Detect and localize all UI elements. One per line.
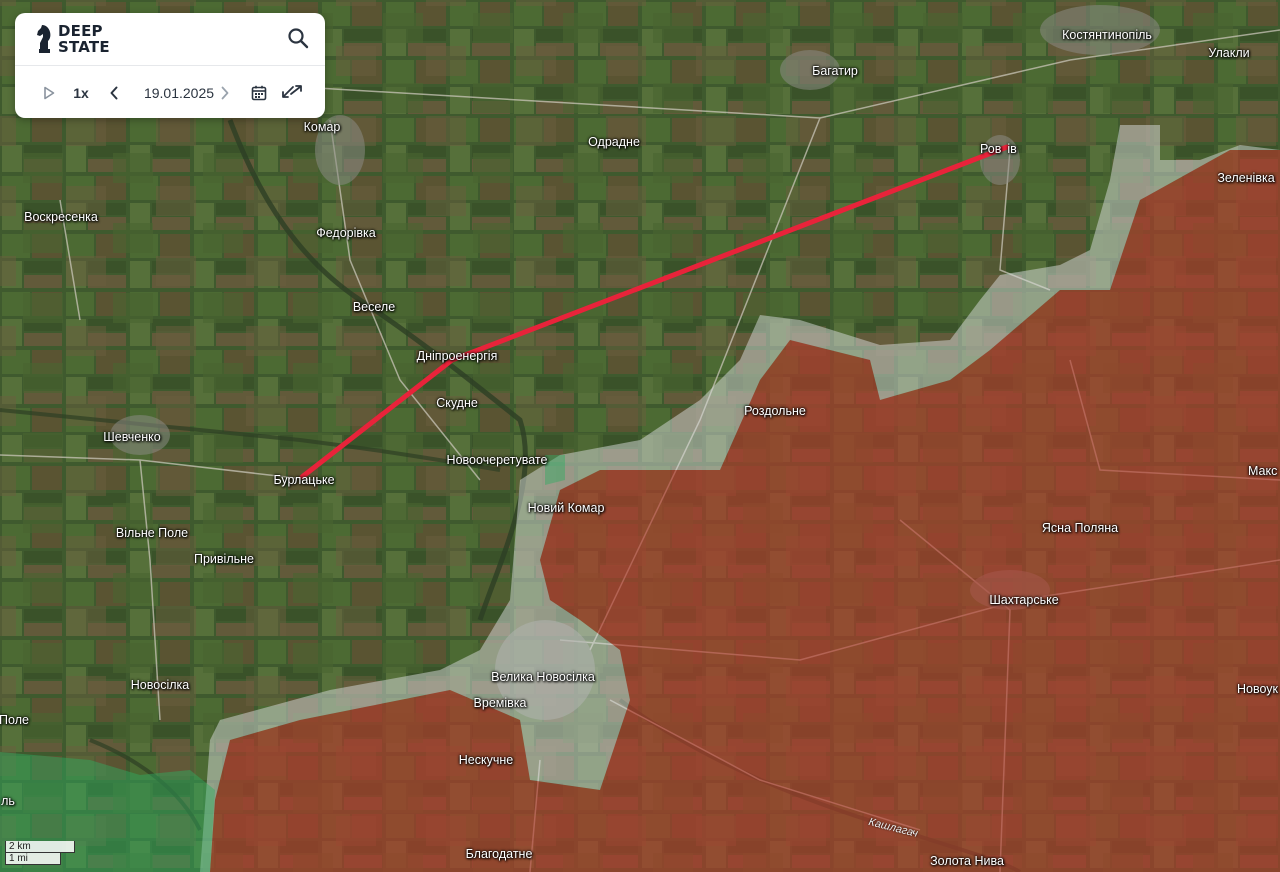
previous-day-button[interactable] bbox=[105, 75, 123, 111]
play-button[interactable] bbox=[39, 75, 59, 111]
place-label: Воскресенка bbox=[24, 210, 98, 224]
compare-arrows-icon bbox=[282, 85, 302, 98]
place-label: Роздольне bbox=[744, 404, 806, 418]
logo-line: DEEP bbox=[58, 22, 103, 40]
compare-button[interactable] bbox=[280, 75, 304, 111]
place-label: Дніпроенергія bbox=[416, 349, 498, 363]
place-label: Новоук bbox=[1237, 682, 1279, 696]
map-scale: 2 km 1 mi bbox=[5, 841, 75, 865]
place-label: Багатир bbox=[812, 64, 858, 78]
place-label: Велика Новосілка bbox=[491, 670, 595, 684]
place-label: Новоочеретувате bbox=[446, 453, 548, 467]
place-label: Комар bbox=[303, 120, 341, 134]
place-label: Нескучне bbox=[458, 753, 514, 767]
place-label: Привільне bbox=[194, 552, 254, 566]
satellite-map[interactable] bbox=[0, 0, 1280, 872]
date-label: 19.01.2025 bbox=[143, 85, 215, 101]
place-label: Новосілка bbox=[130, 678, 190, 692]
place-label: Зеленівка bbox=[1217, 171, 1275, 185]
next-day-button[interactable] bbox=[216, 75, 234, 111]
place-label: Скудне bbox=[436, 396, 478, 410]
place-label: Шахтарське bbox=[989, 593, 1059, 607]
place-label: Новий Комар bbox=[527, 501, 605, 515]
place-label: ль bbox=[1, 794, 15, 808]
place-label: Золота Нива bbox=[930, 854, 1004, 868]
liberated-strip bbox=[545, 455, 565, 485]
place-label: Одрадне bbox=[588, 135, 640, 149]
place-label: Улакли bbox=[1208, 46, 1250, 60]
date-display[interactable]: 19.01.2025 bbox=[131, 75, 227, 111]
place-label: Веселе bbox=[352, 300, 396, 314]
divider bbox=[15, 65, 325, 66]
timeline-controls: 1x 19.01.2025 bbox=[15, 75, 325, 111]
scale-mi: 1 mi bbox=[5, 853, 61, 865]
chevron-left-icon bbox=[110, 86, 118, 100]
logo-line: STATE bbox=[58, 38, 110, 56]
place-label: Времівка bbox=[473, 696, 527, 710]
control-panel: DEEP STATE 1x 19.01.2025 bbox=[15, 13, 325, 118]
place-label: Благодатне bbox=[465, 847, 533, 861]
place-label: Бурлацьке bbox=[273, 473, 335, 487]
place-label: Ров ів bbox=[980, 142, 1017, 156]
place-label: Костянтинопіль bbox=[1062, 28, 1152, 42]
place-label-part: ів bbox=[1007, 142, 1017, 156]
place-label: Федорівка bbox=[316, 226, 376, 240]
place-label: Поле bbox=[0, 713, 29, 727]
search-icon[interactable] bbox=[287, 27, 309, 49]
calendar-button[interactable] bbox=[248, 75, 270, 111]
place-label: Макс bbox=[1248, 464, 1278, 478]
logo[interactable]: DEEP STATE bbox=[35, 23, 110, 55]
scale-km: 2 km bbox=[5, 841, 75, 853]
knight-logo-icon bbox=[37, 25, 51, 53]
chevron-right-icon bbox=[221, 86, 229, 100]
calendar-icon bbox=[251, 85, 267, 101]
place-label: Ясна Поляна bbox=[1041, 521, 1119, 535]
logo-text: DEEP STATE bbox=[58, 23, 110, 55]
place-label: Вільне Поле bbox=[115, 526, 189, 540]
speed-button[interactable]: 1x bbox=[69, 75, 93, 111]
place-label: Шевченко bbox=[103, 430, 161, 444]
place-label-part: Ров bbox=[980, 142, 1002, 156]
speed-label: 1x bbox=[73, 85, 89, 101]
play-icon bbox=[44, 86, 55, 100]
